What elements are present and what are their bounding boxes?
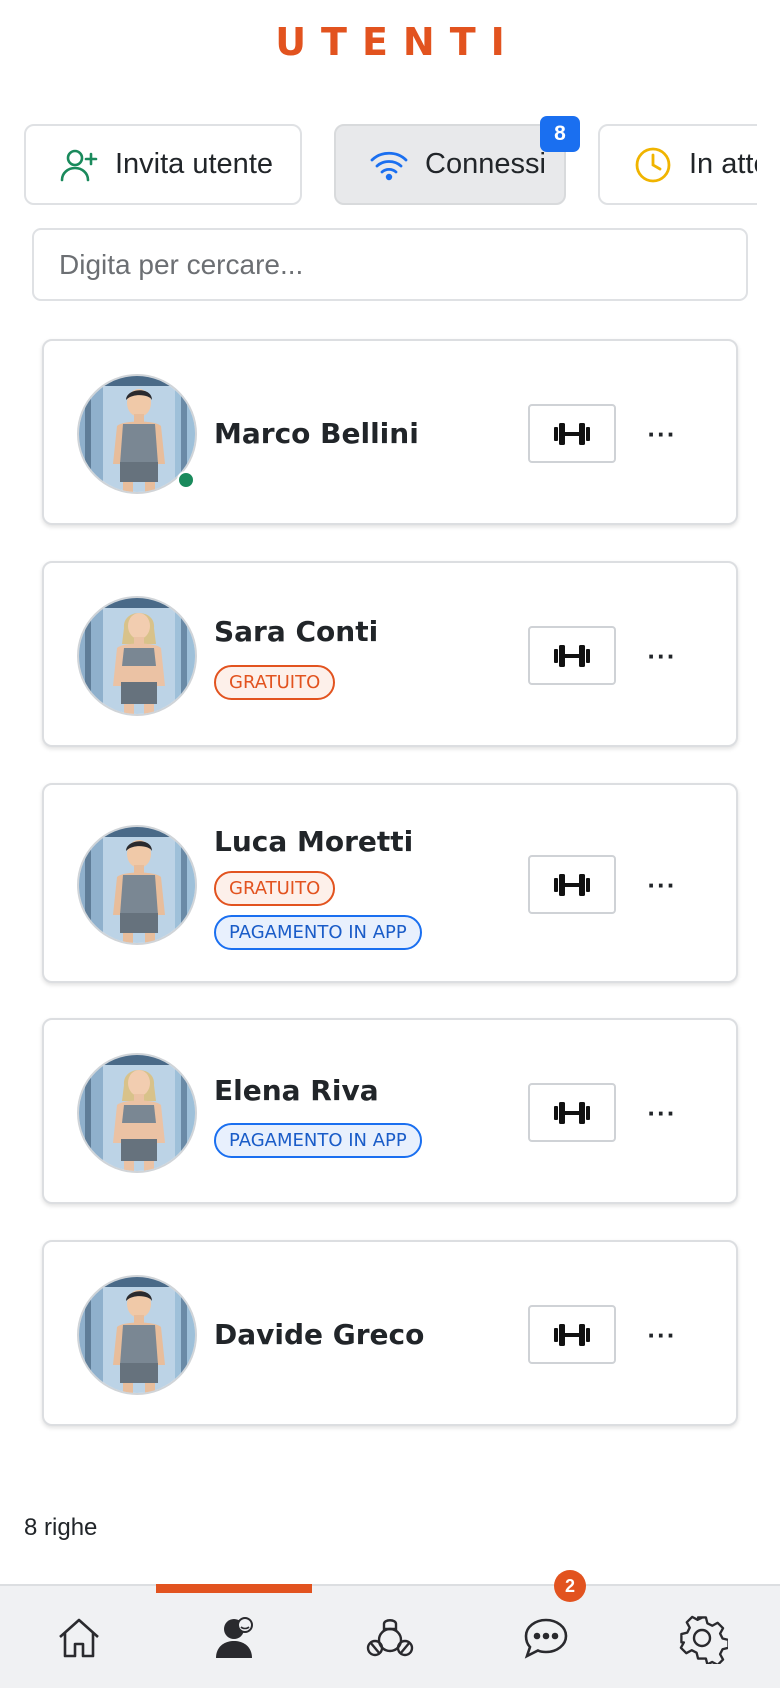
user-card[interactable]: Elena Riva PAGAMENTO IN APP ···: [42, 1018, 738, 1204]
page-title: UTENTI: [275, 20, 520, 64]
nav-chat[interactable]: [516, 1608, 576, 1668]
add-user-icon: [59, 145, 99, 185]
workout-button[interactable]: [528, 1083, 616, 1142]
settings-icon: [679, 1615, 728, 1664]
workout-button[interactable]: [528, 626, 616, 685]
avatar: [77, 1053, 197, 1173]
nav-users[interactable]: [204, 1608, 264, 1668]
nav-settings[interactable]: [672, 1608, 732, 1668]
more-options-button[interactable]: ···: [634, 1315, 690, 1355]
dumbbell-icon: [554, 1323, 590, 1346]
connected-count-badge: 8: [540, 116, 580, 152]
clock-icon: [633, 145, 673, 185]
tab-connected[interactable]: Connessi: [334, 124, 566, 205]
avatar: [77, 1275, 197, 1395]
tab-invite-user[interactable]: Invita utente: [24, 124, 302, 205]
user-card[interactable]: Sara Conti GRATUITO ···: [42, 561, 738, 747]
status-badge: GRATUITO: [214, 871, 336, 906]
workout-button[interactable]: [528, 1305, 616, 1364]
workout-button[interactable]: [528, 404, 616, 463]
user-name[interactable]: Sara Conti: [214, 615, 378, 648]
dumbbell-icon: [554, 1101, 590, 1124]
user-name[interactable]: Elena Riva: [214, 1074, 379, 1107]
chat-badge: 2: [554, 1570, 586, 1602]
nav-home[interactable]: [49, 1608, 109, 1668]
user-card[interactable]: Luca Moretti GRATUITO PAGAMENTO IN APP ·…: [42, 783, 738, 983]
more-options-button[interactable]: ···: [634, 414, 690, 454]
more-options-button[interactable]: ···: [634, 1093, 690, 1133]
online-status-dot: [177, 471, 195, 489]
wifi-icon: [369, 145, 409, 185]
users-icon: [216, 1617, 253, 1658]
home-icon: [59, 1618, 99, 1658]
bottom-nav: [0, 1584, 780, 1688]
tab-label: In atte: [689, 148, 757, 180]
tab-label: Connessi: [425, 148, 546, 180]
row-count: 8 righe: [24, 1514, 98, 1541]
tabs-row: Invita utente Connessi In atte: [0, 124, 757, 206]
avatar: [77, 825, 197, 945]
nav-workouts[interactable]: [360, 1608, 420, 1668]
tab-pending[interactable]: In atte: [598, 124, 757, 205]
search-input[interactable]: [32, 228, 748, 301]
dumbbell-icon: [554, 644, 590, 667]
workout-icon: [366, 1619, 414, 1657]
status-badge: GRATUITO: [214, 665, 336, 700]
more-options-button[interactable]: ···: [634, 865, 690, 905]
dumbbell-icon: [554, 873, 590, 896]
status-badge: PAGAMENTO IN APP: [214, 1123, 422, 1158]
dumbbell-icon: [554, 422, 590, 445]
user-card[interactable]: Marco Bellini ···: [42, 339, 738, 525]
status-badge: PAGAMENTO IN APP: [214, 915, 422, 950]
user-card[interactable]: Davide Greco ···: [42, 1240, 738, 1426]
avatar: [77, 596, 197, 716]
workout-button[interactable]: [528, 855, 616, 914]
user-name[interactable]: Davide Greco: [214, 1318, 424, 1351]
user-name[interactable]: Luca Moretti: [214, 825, 413, 858]
user-name[interactable]: Marco Bellini: [214, 417, 419, 450]
active-tab-indicator: [156, 1584, 312, 1593]
chat-icon: [524, 1618, 568, 1659]
tab-label: Invita utente: [115, 148, 273, 180]
more-options-button[interactable]: ···: [634, 636, 690, 676]
